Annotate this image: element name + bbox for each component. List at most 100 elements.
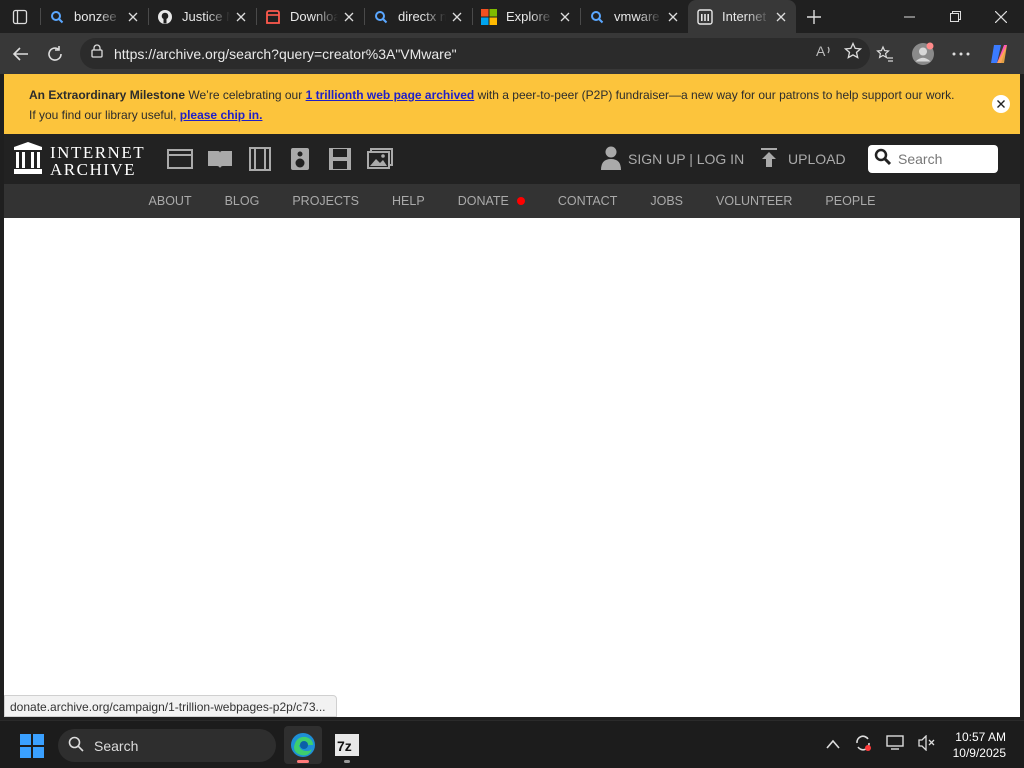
web-icon[interactable]	[167, 146, 193, 172]
software-icon[interactable]	[327, 146, 353, 172]
address-bar[interactable]: https://archive.org/search?query=creator…	[80, 38, 870, 69]
network-icon[interactable]	[886, 734, 904, 756]
url-text[interactable]: https://archive.org/search?query=creator…	[114, 46, 457, 62]
trillion-link[interactable]: 1 trillionth web page archived	[306, 88, 475, 102]
texts-icon[interactable]	[207, 146, 233, 172]
audio-icon[interactable]	[287, 146, 313, 172]
nav-help[interactable]: HELP	[392, 194, 425, 208]
volume-muted-icon[interactable]	[918, 733, 936, 756]
microsoft-logo-icon	[480, 8, 498, 26]
site-info-icon[interactable]	[90, 44, 104, 63]
clock-time: 10:57 AM	[955, 730, 1006, 744]
nav-jobs[interactable]: JOBS	[650, 194, 683, 208]
tab-justice[interactable]: Justice M	[148, 0, 256, 33]
profile-avatar-icon[interactable]	[906, 37, 940, 71]
taskbar-search[interactable]: Search	[58, 729, 276, 762]
tab-title: Internet	[720, 9, 770, 24]
ia-header: INTERNET ARCHIVE SIGN UP | LOG IN UPLOAD	[4, 134, 1020, 184]
taskbar-clock[interactable]: 10:57 AM 10/9/2025	[953, 729, 1006, 761]
ia-logo-text: INTERNET ARCHIVE	[50, 144, 145, 178]
chip-in-link[interactable]: please chip in.	[180, 108, 263, 122]
taskbar-search-label: Search	[94, 737, 139, 754]
search-input[interactable]	[898, 151, 993, 167]
minimize-icon[interactable]	[886, 0, 932, 33]
nav-people[interactable]: PEOPLE	[825, 194, 875, 208]
search-box[interactable]	[868, 145, 998, 173]
svg-text:7z: 7z	[337, 738, 352, 754]
taskbar: Search 7z 10:57 AM 10/9/2025	[0, 720, 1024, 768]
tab-title: Justice M	[180, 9, 230, 24]
nav-label: BLOG	[224, 194, 260, 208]
close-window-icon[interactable]	[978, 0, 1024, 33]
upload-arrow-icon	[760, 147, 778, 171]
favorite-star-icon[interactable]	[843, 41, 863, 65]
nav-volunteer[interactable]: VOLUNTEER	[716, 194, 792, 208]
tab-title: bonzee	[72, 9, 122, 24]
search-icon	[372, 8, 390, 26]
windows-start-icon[interactable]	[20, 734, 44, 758]
7zip-taskbar-icon[interactable]: 7z	[328, 726, 366, 764]
ia-top-nav: ABOUT BLOG PROJECTS HELP DONATE CONTACT …	[4, 184, 1020, 218]
tab-download[interactable]: Downloa	[256, 0, 364, 33]
search-icon	[588, 8, 606, 26]
close-tab-icon[interactable]	[662, 6, 684, 28]
favorites-icon[interactable]	[868, 37, 902, 71]
nav-label: JOBS	[650, 194, 684, 208]
nav-donate[interactable]: DONATE	[458, 194, 525, 208]
refresh-icon[interactable]	[38, 37, 72, 71]
nav-blog[interactable]: BLOG	[225, 194, 260, 208]
chevron-up-icon[interactable]	[826, 736, 840, 754]
nav-about[interactable]: ABOUT	[149, 194, 192, 208]
tab-actions-icon[interactable]	[0, 0, 40, 33]
close-tab-icon[interactable]	[338, 6, 360, 28]
close-tab-icon[interactable]	[446, 6, 468, 28]
new-tab-button[interactable]	[796, 0, 832, 33]
system-tray	[826, 733, 936, 757]
tab-title: directx n	[398, 9, 446, 24]
search-icon	[68, 736, 84, 755]
read-aloud-icon[interactable]: A	[816, 43, 834, 64]
browser-toolbar: https://archive.org/search?query=creator…	[0, 33, 1024, 74]
edge-taskbar-icon[interactable]	[284, 726, 322, 764]
copilot-icon[interactable]	[982, 37, 1016, 71]
banner-text: We’re celebrating our	[185, 88, 306, 102]
tab-internet-archive[interactable]: Internet	[688, 0, 796, 33]
nav-label: VOLUNTEER	[716, 194, 793, 208]
upload-label: UPLOAD	[788, 151, 846, 167]
close-tab-icon[interactable]	[554, 6, 576, 28]
nav-label: HELP	[392, 194, 425, 208]
nav-label: ABOUT	[148, 194, 192, 208]
auth-label: SIGN UP | LOG IN	[628, 151, 745, 167]
tab-title: vmware	[612, 9, 662, 24]
video-icon[interactable]	[247, 146, 273, 172]
close-banner-icon[interactable]	[992, 95, 1010, 113]
svg-text:A: A	[816, 43, 826, 59]
nav-label: PEOPLE	[825, 194, 876, 208]
sync-icon[interactable]	[854, 734, 872, 757]
user-icon	[600, 146, 622, 173]
nav-contact[interactable]: CONTACT	[558, 194, 618, 208]
close-tab-icon[interactable]	[770, 6, 792, 28]
tab-bonzee[interactable]: bonzee	[40, 0, 148, 33]
web-page: An Extraordinary Milestone We’re celebra…	[4, 74, 1020, 717]
upload-button[interactable]: UPLOAD	[760, 146, 846, 172]
back-arrow-icon[interactable]	[4, 37, 38, 71]
logo-line-2: ARCHIVE	[50, 159, 137, 179]
close-tab-icon[interactable]	[122, 6, 144, 28]
more-options-icon[interactable]	[944, 37, 978, 71]
search-icon	[874, 148, 892, 171]
sign-up-log-in[interactable]: SIGN UP | LOG IN	[600, 146, 744, 172]
images-icon[interactable]	[367, 146, 393, 172]
tab-explore[interactable]: Explore t	[472, 0, 580, 33]
close-tab-icon[interactable]	[230, 6, 252, 28]
restore-icon[interactable]	[932, 0, 978, 33]
media-nav	[167, 146, 393, 172]
nav-label: PROJECTS	[292, 194, 360, 208]
ia-logo[interactable]: INTERNET ARCHIVE	[14, 142, 145, 179]
tab-strip: bonzee Justice M Downloa directx n Explo…	[0, 0, 1024, 33]
tab-vmware[interactable]: vmware	[580, 0, 688, 33]
tab-directx[interactable]: directx n	[364, 0, 472, 33]
banner-heading: An Extraordinary Milestone	[29, 88, 186, 102]
nav-label: DONATE	[457, 194, 509, 208]
nav-projects[interactable]: PROJECTS	[292, 194, 359, 208]
